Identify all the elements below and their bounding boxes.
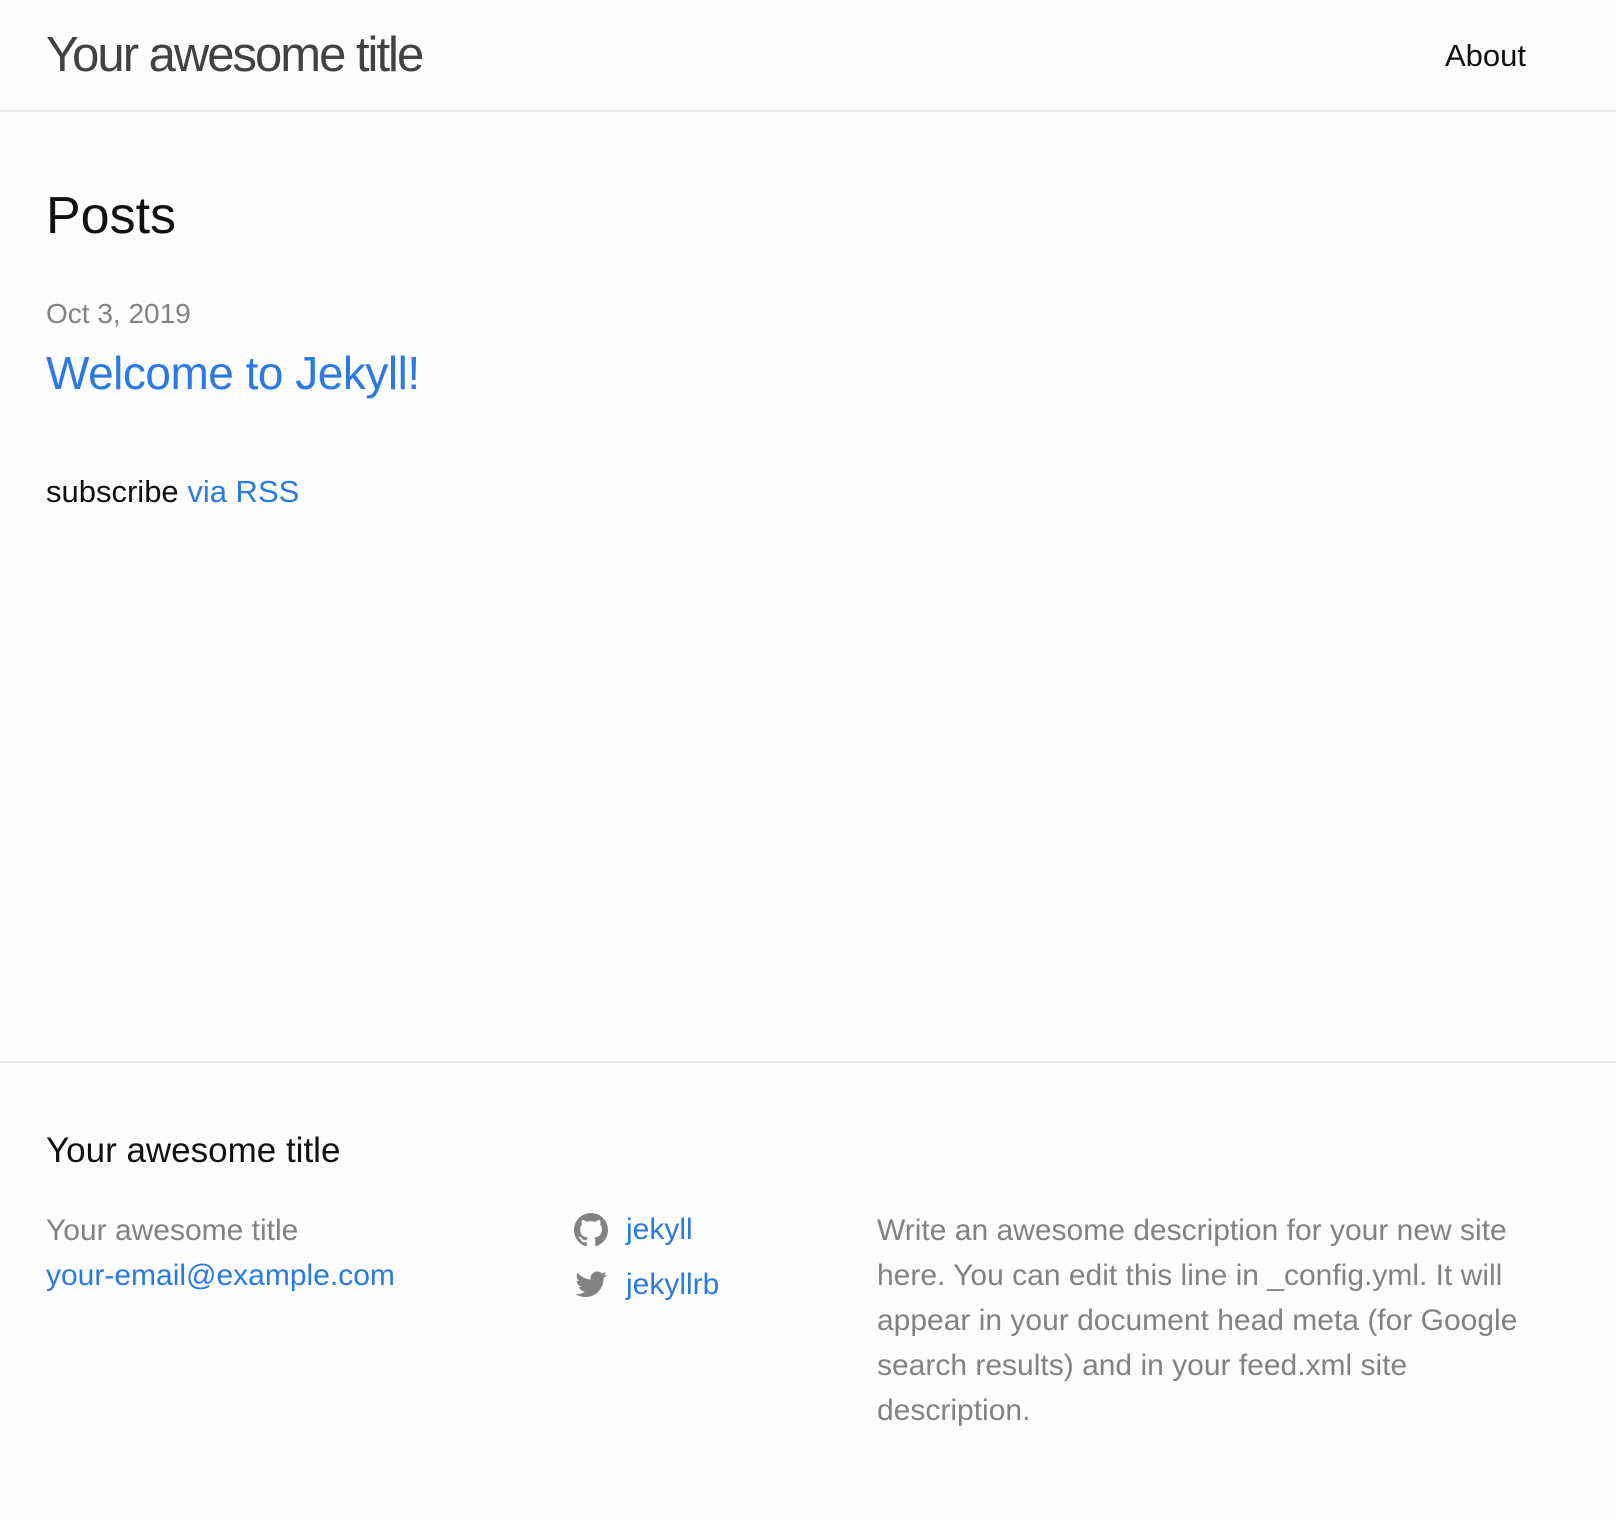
nav-link-about[interactable]: About xyxy=(1445,36,1526,76)
site-footer: Your awesome title Your awesome title yo… xyxy=(0,1061,1616,1520)
post-title-link[interactable]: Welcome to Jekyll! xyxy=(46,344,420,402)
site-header: Your awesome title About xyxy=(0,0,1616,112)
rss-prefix: subscribe xyxy=(46,474,179,509)
social-link-twitter[interactable]: jekyllrb xyxy=(626,1262,719,1307)
site-title-link[interactable]: Your awesome title xyxy=(46,26,424,84)
rss-subscribe: subscribe via RSS xyxy=(46,472,299,512)
social-link-github[interactable]: jekyll xyxy=(626,1207,693,1252)
rss-link[interactable]: via RSS xyxy=(187,474,299,509)
contact-email-link[interactable]: your-email@example.com xyxy=(46,1259,395,1292)
footer-social-column: jekyll jekyllrb xyxy=(574,1208,854,1312)
post-date: Oct 3, 2019 xyxy=(46,298,191,329)
contact-list: Your awesome title your-email@example.co… xyxy=(46,1208,546,1298)
social-item-twitter: jekyllrb xyxy=(574,1257,854,1312)
github-icon xyxy=(574,1212,608,1247)
contact-name: Your awesome title xyxy=(46,1214,299,1247)
footer-contact-column: Your awesome title your-email@example.co… xyxy=(46,1208,546,1298)
twitter-icon xyxy=(574,1268,608,1302)
footer-heading: Your awesome title xyxy=(46,1131,341,1170)
site-description: Write an awesome description for your ne… xyxy=(877,1214,1518,1427)
social-item-github: jekyll xyxy=(574,1202,854,1257)
contact-email-item: your-email@example.com xyxy=(46,1253,546,1298)
page-heading: Posts xyxy=(46,187,177,245)
footer-description-column: Write an awesome description for your ne… xyxy=(877,1208,1537,1433)
social-list: jekyll jekyllrb xyxy=(574,1202,854,1312)
